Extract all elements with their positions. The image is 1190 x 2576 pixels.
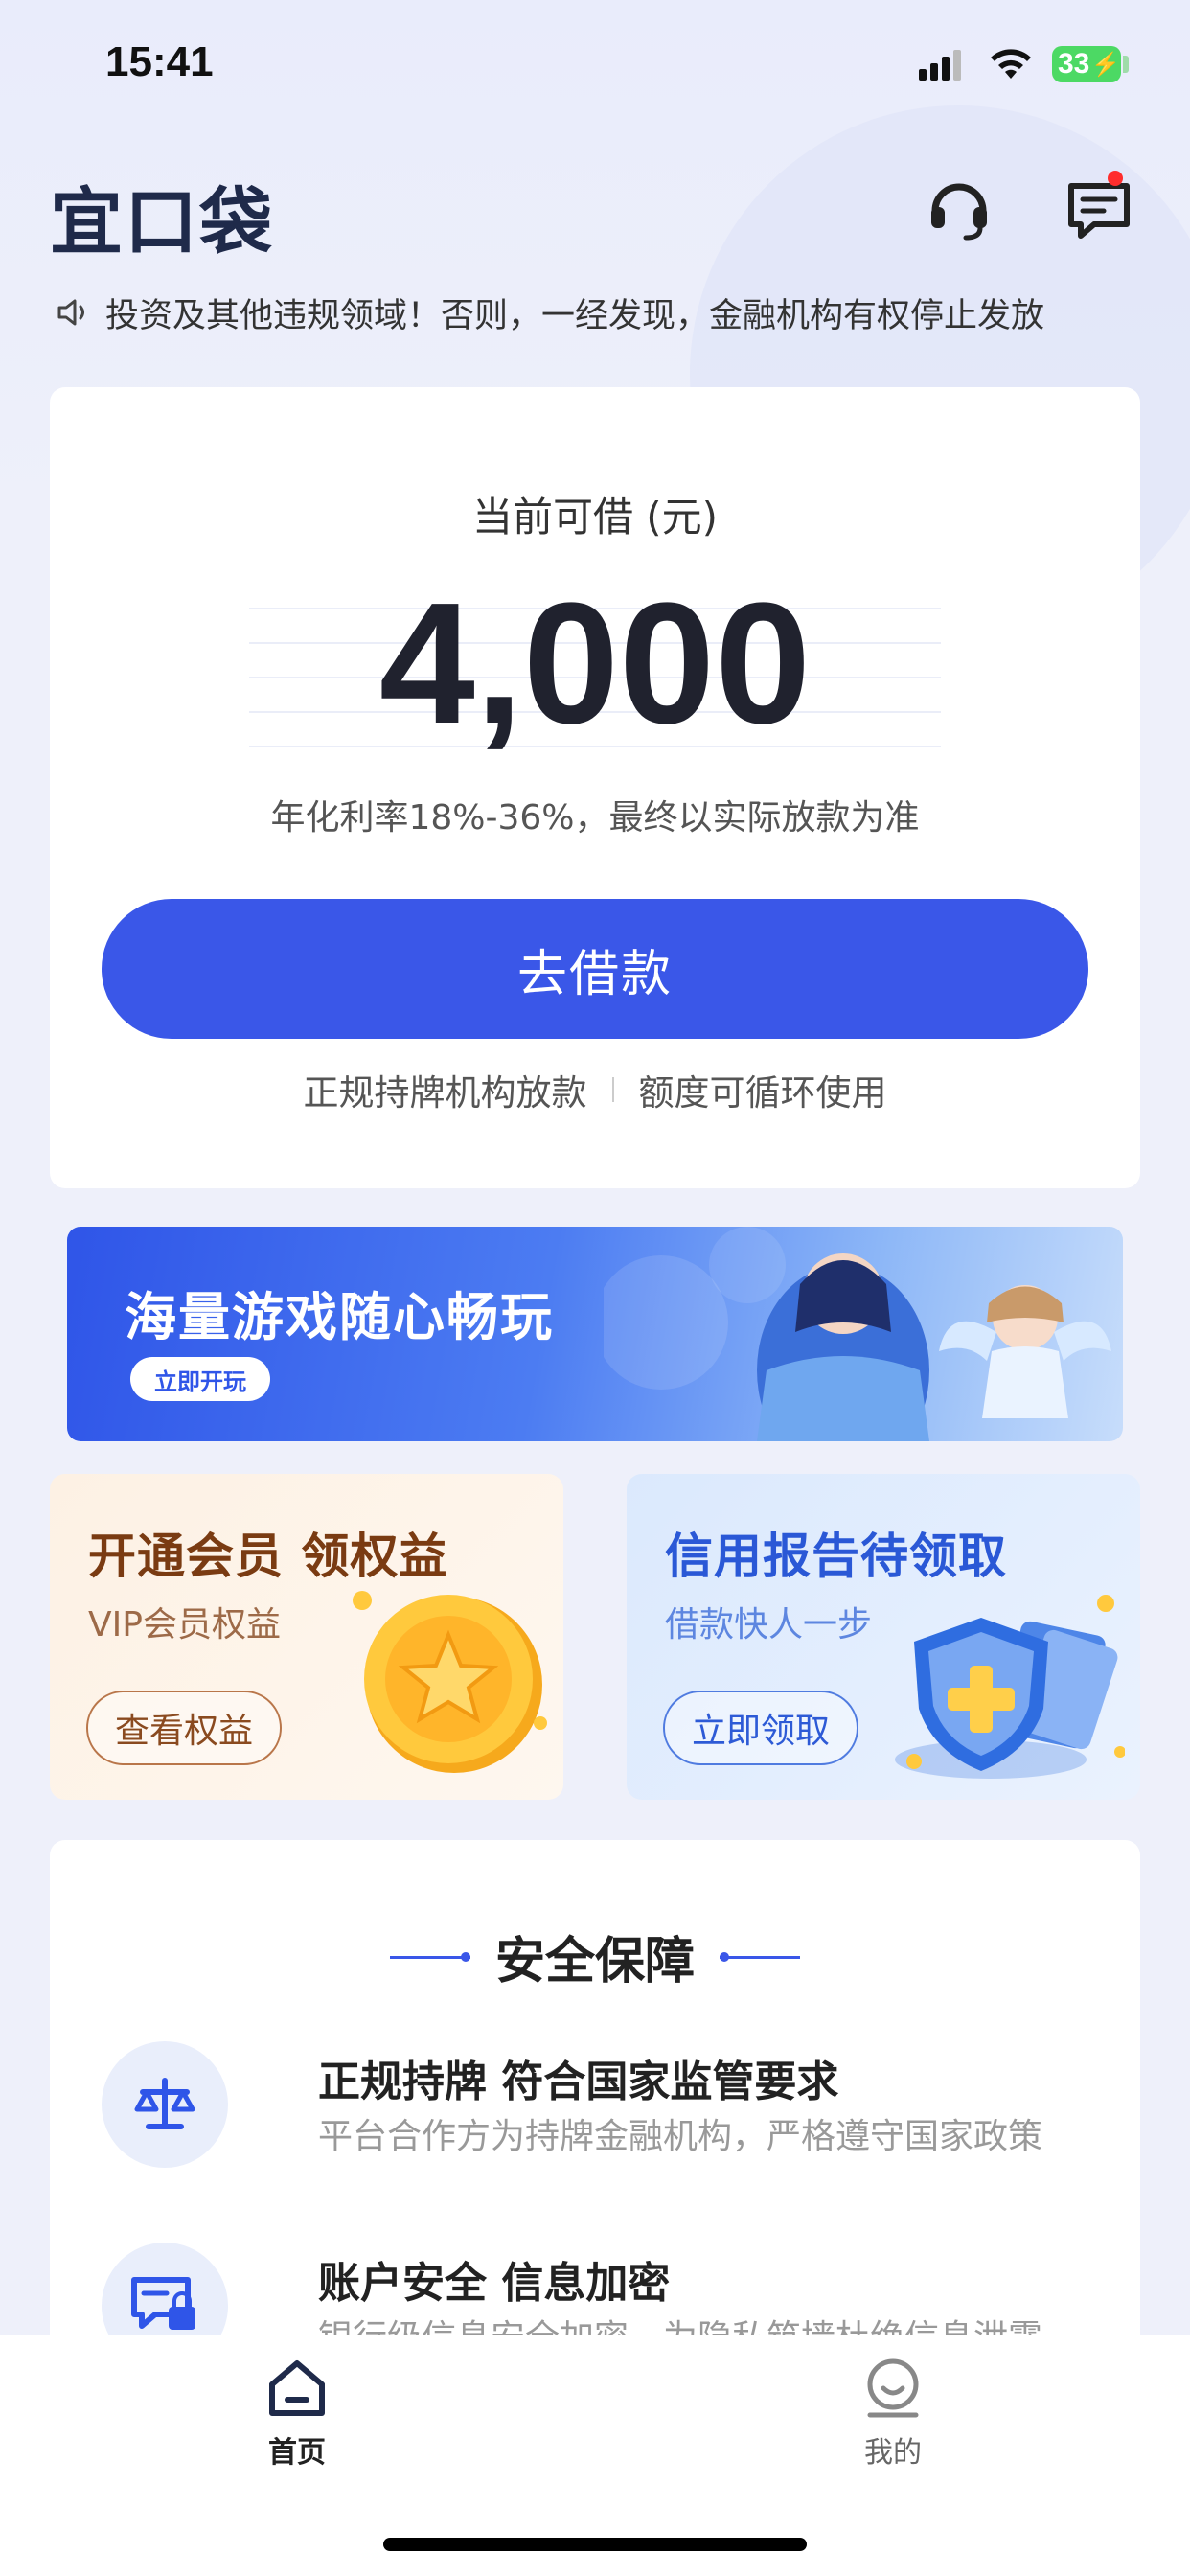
banner-title: 海量游戏随心畅玩 bbox=[125, 1287, 554, 1347]
home-indicator bbox=[383, 2538, 807, 2551]
heading-decoration-right bbox=[720, 1951, 800, 1962]
heading-decoration-left bbox=[389, 1951, 470, 1962]
credit-report-promo-card[interactable]: 信用报告待领取 借款快人一步 立即领取 bbox=[627, 1474, 1140, 1800]
tab-mine-label: 我的 bbox=[864, 2436, 922, 2470]
security-heading: 安全保障 bbox=[50, 1920, 1140, 1992]
feature-divider bbox=[611, 1077, 614, 1102]
status-time: 15:41 bbox=[105, 38, 214, 85]
game-banner[interactable]: 海量游戏随心畅玩 立即开玩 bbox=[67, 1227, 1123, 1441]
borrow-button[interactable]: 去借款 bbox=[102, 899, 1088, 1039]
feature-revolving: 额度可循环使用 bbox=[638, 1072, 887, 1114]
profile-icon bbox=[867, 2358, 919, 2418]
home-icon bbox=[269, 2360, 325, 2416]
banner-play-button[interactable]: 立即开玩 bbox=[130, 1357, 270, 1401]
message-icon[interactable] bbox=[1065, 178, 1133, 240]
gold-coin-icon bbox=[353, 1591, 547, 1773]
available-amount: 4,000 bbox=[378, 567, 812, 760]
vip-promo-title: 开通会员 领权益 bbox=[88, 1529, 448, 1584]
loan-card: 当前可借 (元) 4,000 年化利率18%-36%，最终以实际放款为准 去借款… bbox=[50, 387, 1140, 1188]
battery-indicator: 33 ⚡ bbox=[1052, 46, 1121, 82]
charging-icon: ⚡ bbox=[1091, 51, 1121, 78]
security-item-desc: 平台合作方为持牌金融机构，严格遵守国家政策 bbox=[318, 2117, 1043, 2156]
game-characters-illustration bbox=[604, 1227, 1111, 1441]
interest-rate-note: 年化利率18%-36%，最终以实际放款为准 bbox=[270, 798, 920, 838]
cellular-signal-icon bbox=[919, 50, 961, 80]
tab-home-label: 首页 bbox=[268, 2436, 326, 2470]
customer-service-icon[interactable] bbox=[926, 174, 993, 242]
credit-promo-subtitle: 借款快人一步 bbox=[665, 1605, 873, 1644]
battery-level: 33 bbox=[1058, 48, 1090, 80]
security-item-title: 账户安全 信息加密 bbox=[318, 2259, 671, 2308]
feature-licensed: 正规持牌机构放款 bbox=[303, 1072, 587, 1114]
speaker-icon bbox=[57, 299, 84, 326]
unread-badge bbox=[1108, 171, 1123, 186]
security-item-title: 正规持牌 符合国家监管要求 bbox=[318, 2058, 839, 2106]
tab-home[interactable]: 首页 bbox=[220, 2358, 374, 2501]
app-logo: 宜口袋 bbox=[50, 179, 274, 264]
notice-text: 投资及其他违规领域！否则，一经发现，金融机构有权停止发放 bbox=[105, 296, 1045, 335]
available-amount-label: 当前可借 (元) bbox=[471, 494, 719, 540]
scale-icon bbox=[102, 2041, 228, 2168]
tab-mine[interactable]: 我的 bbox=[816, 2358, 970, 2501]
amount-display: 4,000 bbox=[249, 575, 941, 753]
battery-cap bbox=[1123, 56, 1129, 73]
security-section: 安全保障 正规持牌 符合国家监管要求 平台合作方为持牌金融机构，严格遵守国家政策 bbox=[50, 1840, 1140, 2377]
view-benefits-button[interactable]: 查看权益 bbox=[86, 1690, 283, 1765]
security-item-licensed: 正规持牌 符合国家监管要求 平台合作方为持牌金融机构，严格遵守国家政策 bbox=[102, 2034, 1098, 2168]
wifi-icon bbox=[991, 49, 1031, 79]
claim-now-button[interactable]: 立即领取 bbox=[663, 1690, 859, 1765]
security-title: 安全保障 bbox=[494, 1933, 695, 1990]
shield-icon bbox=[895, 1595, 1125, 1779]
notice-bar[interactable]: 投资及其他违规领域！否则，一经发现，金融机构有权停止发放 bbox=[54, 288, 1136, 337]
credit-promo-title: 信用报告待领取 bbox=[665, 1529, 1007, 1584]
vip-promo-subtitle: VIP会员权益 bbox=[88, 1605, 281, 1644]
loan-features: 正规持牌机构放款 额度可循环使用 bbox=[50, 1064, 1140, 1116]
vip-promo-card[interactable]: 开通会员 领权益 VIP会员权益 查看权益 bbox=[50, 1474, 563, 1800]
